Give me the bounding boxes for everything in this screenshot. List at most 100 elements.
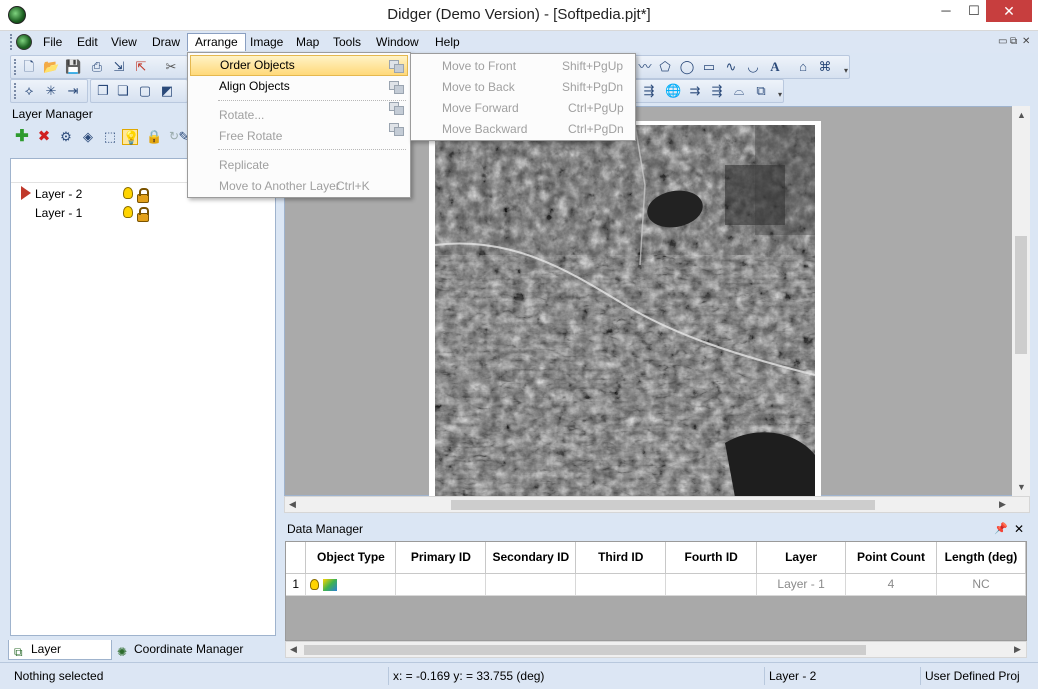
snap-icon[interactable]: ⇥ xyxy=(65,83,81,99)
cell-layer[interactable]: Layer - 1 xyxy=(756,573,847,596)
menu-arrange[interactable]: Arrange xyxy=(187,33,246,51)
menu-replicate[interactable]: Replicate xyxy=(190,155,408,176)
menu-move-to-layer[interactable]: Move to Another Layer Ctrl+K xyxy=(190,176,408,197)
menubar-grip[interactable] xyxy=(10,34,14,50)
cell-primary-id[interactable] xyxy=(395,573,487,596)
globe-icon[interactable]: 🌐 xyxy=(665,83,681,99)
menu-edit[interactable]: Edit xyxy=(70,33,105,51)
spline-icon[interactable]: ∿ xyxy=(723,59,739,75)
reshape-icon[interactable]: ⟡ xyxy=(21,83,37,99)
visibility-bulb-icon[interactable]: 💡 xyxy=(122,129,139,145)
cell-length[interactable]: NC xyxy=(936,573,1027,596)
layers-icon[interactable]: ◈ xyxy=(80,129,96,145)
table-row[interactable]: 1 Layer - 1 4 NC xyxy=(286,573,1027,596)
menu-draw[interactable]: Draw xyxy=(145,33,187,51)
menu-free-rotate[interactable]: ↻ Free Rotate xyxy=(169,126,408,147)
new-file-icon[interactable]: 🗋 xyxy=(21,59,37,75)
menu-map[interactable]: Map xyxy=(289,33,326,51)
menu-file[interactable]: File xyxy=(36,33,69,51)
data-horizontal-scrollbar[interactable]: ◀ ▶ xyxy=(285,641,1027,658)
menu-move-to-back[interactable]: Move to Back Shift+PgDn xyxy=(389,77,633,98)
scroll-left-icon[interactable]: ◀ xyxy=(290,644,297,655)
rectangle-icon[interactable]: ▭ xyxy=(701,59,717,75)
cut-icon[interactable]: ✂ xyxy=(163,59,179,75)
menu-align-objects[interactable]: Align Objects ▶ xyxy=(190,76,408,97)
close-button[interactable]: ✕ xyxy=(986,0,1032,22)
save-icon[interactable]: 💾 xyxy=(65,59,81,75)
georeference-icon[interactable]: ⇉ xyxy=(687,83,703,99)
delete-layer-icon[interactable]: ✖ xyxy=(36,129,52,145)
col-third-id[interactable]: Third ID xyxy=(575,542,667,574)
menu-order-objects[interactable]: Order Objects ▶ xyxy=(190,55,408,76)
export-icon[interactable]: ⇱ xyxy=(133,59,149,75)
layer-props-icon[interactable]: ⚙ xyxy=(58,129,74,145)
slash-icon[interactable]: ◩ xyxy=(159,83,175,99)
polygon-icon[interactable]: ⬠ xyxy=(657,59,673,75)
ellipse-icon[interactable]: ◯ xyxy=(679,59,695,75)
mdi-close-button[interactable]: ✕ xyxy=(1022,36,1030,47)
col-layer[interactable]: Layer xyxy=(756,542,847,574)
layer-2-lock-icon[interactable] xyxy=(137,188,149,203)
text-icon[interactable]: A xyxy=(767,59,783,75)
document-globe-icon[interactable] xyxy=(16,34,32,50)
bring-front-icon[interactable]: ❐ xyxy=(95,83,111,99)
convert-icon[interactable]: ⧉ xyxy=(753,83,769,99)
cell-fourth-id[interactable] xyxy=(665,573,758,596)
satellite-image[interactable] xyxy=(429,121,821,497)
col-secondary-id[interactable]: Secondary ID xyxy=(485,542,577,574)
close-panel-icon[interactable]: ✕ xyxy=(1014,519,1024,539)
menu-tools[interactable]: Tools xyxy=(326,33,368,51)
menu-help[interactable]: Help xyxy=(428,33,467,51)
menu-move-forward[interactable]: Move Forward Ctrl+PgUp xyxy=(389,98,633,119)
menu-rotate[interactable]: Rotate... xyxy=(190,105,408,126)
toolbar-options-icon[interactable]: ▾ xyxy=(844,66,848,75)
layer-2-visible-bulb-icon[interactable] xyxy=(123,187,133,199)
scroll-right-icon[interactable]: ▶ xyxy=(999,499,1006,510)
scroll-up-icon[interactable]: ▲ xyxy=(1017,110,1026,120)
scroll-down-icon[interactable]: ▼ xyxy=(1017,482,1026,492)
mdi-restore-button[interactable]: ⧉ xyxy=(1010,36,1017,47)
toolbar-options-icon[interactable]: ▾ xyxy=(778,90,782,99)
col-fourth-id[interactable]: Fourth ID xyxy=(665,542,758,574)
layer-1-visible-bulb-icon[interactable] xyxy=(123,206,133,218)
home-icon[interactable]: ⌂ xyxy=(795,59,811,75)
col-length[interactable]: Length (deg) xyxy=(936,542,1027,574)
add-layer-icon[interactable]: ✚ xyxy=(14,129,30,145)
col-point-count[interactable]: Point Count xyxy=(845,542,937,574)
symbol-icon[interactable]: ⌘ xyxy=(817,59,833,75)
transform-icon[interactable]: ⇶ xyxy=(641,83,657,99)
tab-layer-manager[interactable]: ⧉ Layer Manager xyxy=(8,640,112,675)
scroll-right-icon[interactable]: ▶ xyxy=(1014,644,1021,655)
layer-item-1[interactable]: Layer - 1 xyxy=(35,204,82,222)
menu-image[interactable]: Image xyxy=(243,33,290,51)
open-folder-icon[interactable]: 📂 xyxy=(43,59,59,75)
print-icon[interactable]: ⎙ xyxy=(89,59,105,75)
minimize-button[interactable]: ─ xyxy=(932,0,960,22)
frame-icon[interactable]: ▢ xyxy=(137,83,153,99)
mdi-minimize-button[interactable]: ▭ xyxy=(998,36,1007,47)
select-all-icon[interactable]: ⬚ xyxy=(102,129,118,145)
layer-item-2[interactable]: Layer - 2 xyxy=(35,185,82,203)
boundary-icon[interactable]: ⌓ xyxy=(731,83,747,99)
scroll-left-icon[interactable]: ◀ xyxy=(289,499,296,510)
menu-move-backward[interactable]: Move Backward Ctrl+PgDn xyxy=(389,119,633,140)
vertical-scroll-thumb[interactable] xyxy=(1015,236,1027,354)
send-back-icon[interactable]: ❏ xyxy=(115,83,131,99)
maximize-button[interactable]: ☐ xyxy=(960,0,988,22)
data-scroll-thumb[interactable] xyxy=(304,645,866,655)
tab-coordinate-manager[interactable]: ✺ Coordinate Manager xyxy=(112,640,252,660)
import-icon[interactable]: ⇲ xyxy=(111,59,127,75)
menu-view[interactable]: View xyxy=(104,33,144,51)
curve-icon[interactable]: ◡ xyxy=(745,59,761,75)
digitize-icon[interactable]: ⇶ xyxy=(709,83,725,99)
polyline-icon[interactable]: 〰 xyxy=(637,59,653,75)
col-object-type[interactable]: Object Type xyxy=(305,542,397,574)
move-points-icon[interactable]: ✳ xyxy=(43,83,59,99)
horizontal-scroll-thumb[interactable] xyxy=(451,500,875,510)
cell-object-type[interactable] xyxy=(305,573,397,596)
cell-point-count[interactable]: 4 xyxy=(845,573,937,596)
lock-layer-icon[interactable]: 🔒 xyxy=(146,129,162,145)
menu-move-to-front[interactable]: Move to Front Shift+PgUp xyxy=(389,56,633,77)
cell-third-id[interactable] xyxy=(575,573,667,596)
toolbar-grip[interactable] xyxy=(14,59,17,75)
